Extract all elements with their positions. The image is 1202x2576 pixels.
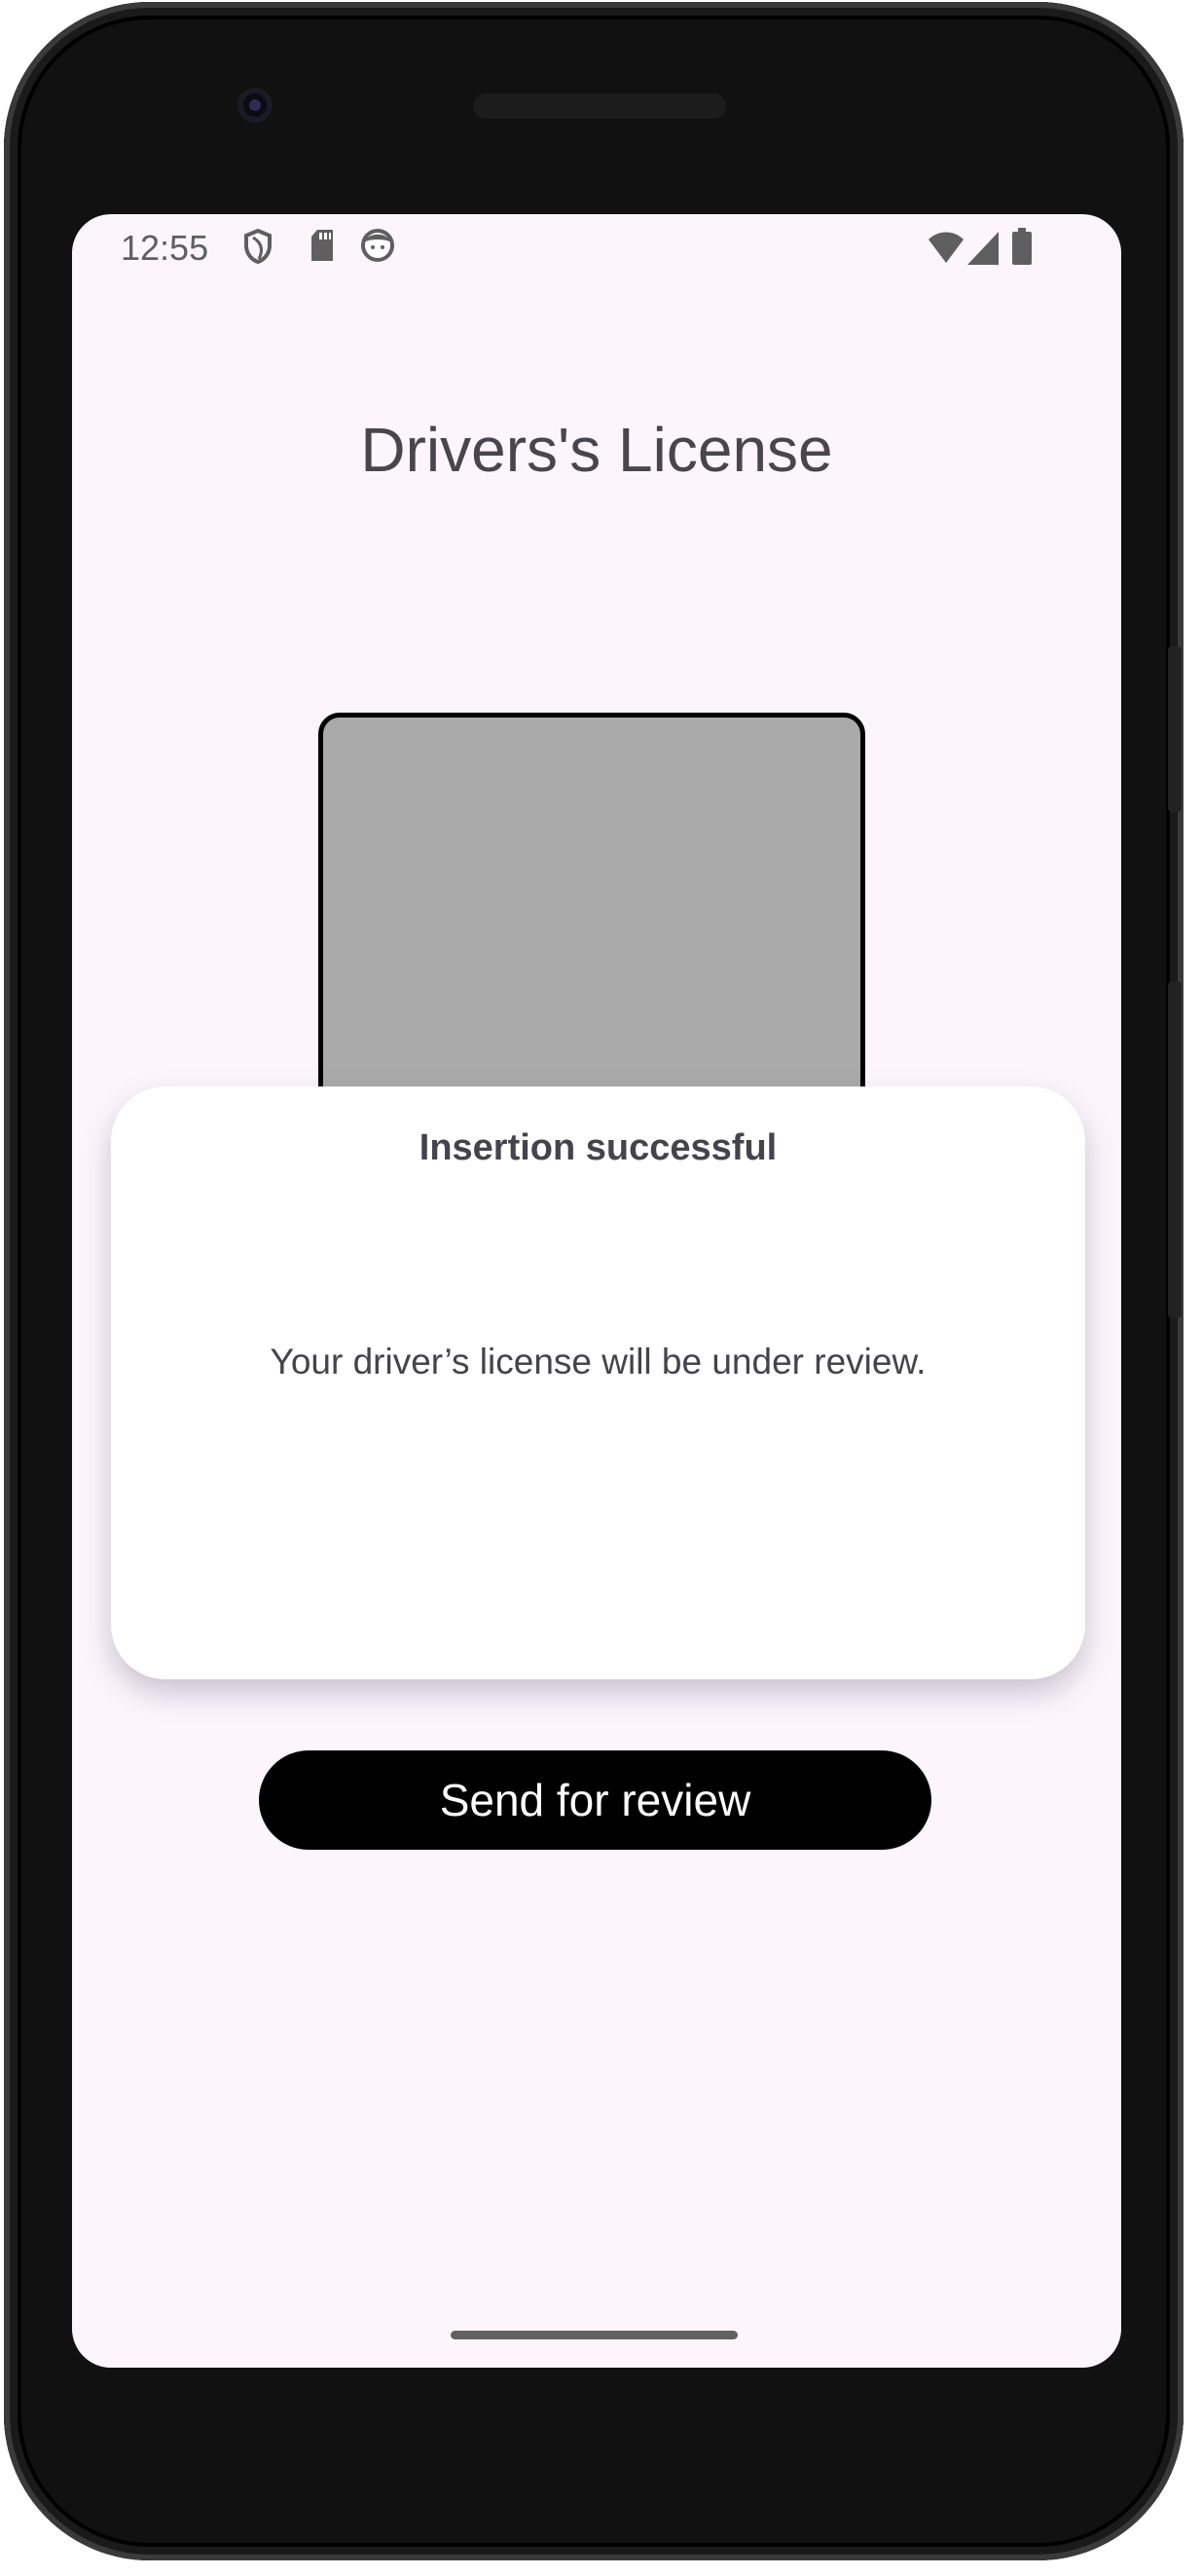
power-button: [1168, 646, 1182, 812]
camera-icon: [237, 88, 273, 123]
shield-icon: [244, 228, 272, 265]
dialog-title: Insertion successful: [419, 1127, 778, 1168]
phone-frame: 12:55 Drivers's License Insertion succes…: [4, 2, 1184, 2560]
license-image-placeholder[interactable]: [318, 713, 865, 1122]
battery-icon: [1012, 228, 1032, 265]
face-icon: [361, 229, 394, 262]
home-indicator[interactable]: [451, 2331, 738, 2339]
status-bar: 12:55: [72, 214, 1121, 282]
page-title: Drivers's License: [360, 415, 833, 485]
success-dialog: Insertion successful Your driver’s licen…: [111, 1086, 1085, 1679]
dialog-message: Your driver’s license will be under revi…: [270, 1342, 927, 1381]
wifi-icon: [929, 232, 964, 263]
status-time: 12:55: [121, 228, 209, 268]
speaker-grille: [473, 93, 726, 119]
send-for-review-button[interactable]: Send for review: [259, 1750, 931, 1850]
signal-icon: [967, 232, 999, 265]
screen: 12:55 Drivers's License Insertion succes…: [72, 214, 1121, 2368]
sd-card-icon: [311, 230, 333, 261]
volume-button: [1168, 981, 1182, 1318]
